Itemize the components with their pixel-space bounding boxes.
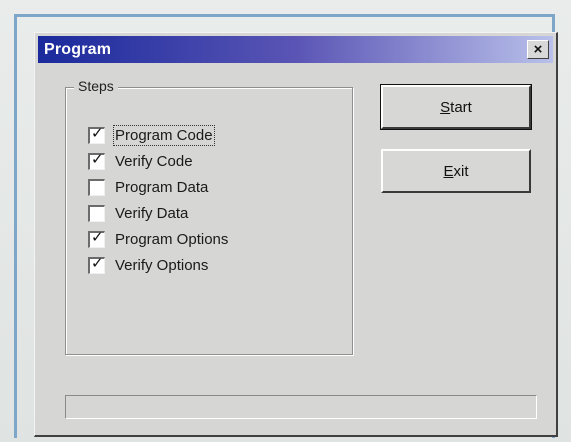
step-label: Verify Options [115,256,209,274]
checkbox-verify-data[interactable] [88,204,105,222]
checkmark-icon: ✓ [91,227,104,246]
checkmark-icon: ✓ [91,123,104,142]
step-label: Verify Data [115,204,189,222]
steps-legend: Steps [74,78,118,94]
progress-bar [65,395,537,419]
window-title: Program [44,40,112,58]
step-program-code[interactable]: ✓ Program Code [88,122,228,148]
exit-mnemonic: E [443,162,454,180]
step-verify-options[interactable]: ✓ Verify Options [88,252,228,278]
checkbox-program-code[interactable]: ✓ [88,123,105,144]
checkbox-verify-options[interactable]: ✓ [88,253,105,274]
checkbox-verify-code[interactable]: ✓ [88,149,105,170]
checkmark-icon: ✓ [91,253,104,272]
close-button[interactable]: × [527,40,549,59]
step-label: Program Code [113,124,215,146]
title-bar: Program × [38,36,553,63]
exit-label-rest: xit [453,162,469,180]
step-program-data[interactable]: Program Data [88,174,228,200]
step-verify-data[interactable]: Verify Data [88,200,228,226]
steps-groupbox: Steps ✓ Program Code ✓ Verify Code Progr… [65,78,353,355]
checkmark-icon: ✓ [91,149,104,168]
start-mnemonic: S [440,98,451,116]
step-label: Program Data [115,178,209,196]
step-program-options[interactable]: ✓ Program Options [88,226,228,252]
start-label-rest: tart [450,98,472,116]
exit-button[interactable]: Exit [381,149,531,193]
steps-checklist: ✓ Program Code ✓ Verify Code Program Dat… [88,122,228,278]
step-verify-code[interactable]: ✓ Verify Code [88,148,228,174]
checkbox-program-options[interactable]: ✓ [88,227,105,248]
program-dialog: Program × Steps ✓ Program Code ✓ Verify … [34,32,558,437]
step-label: Verify Code [115,152,193,170]
checkbox-program-data[interactable] [88,178,105,196]
step-label: Program Options [115,230,229,248]
close-icon: × [533,41,543,58]
start-button[interactable]: Start [380,84,532,130]
